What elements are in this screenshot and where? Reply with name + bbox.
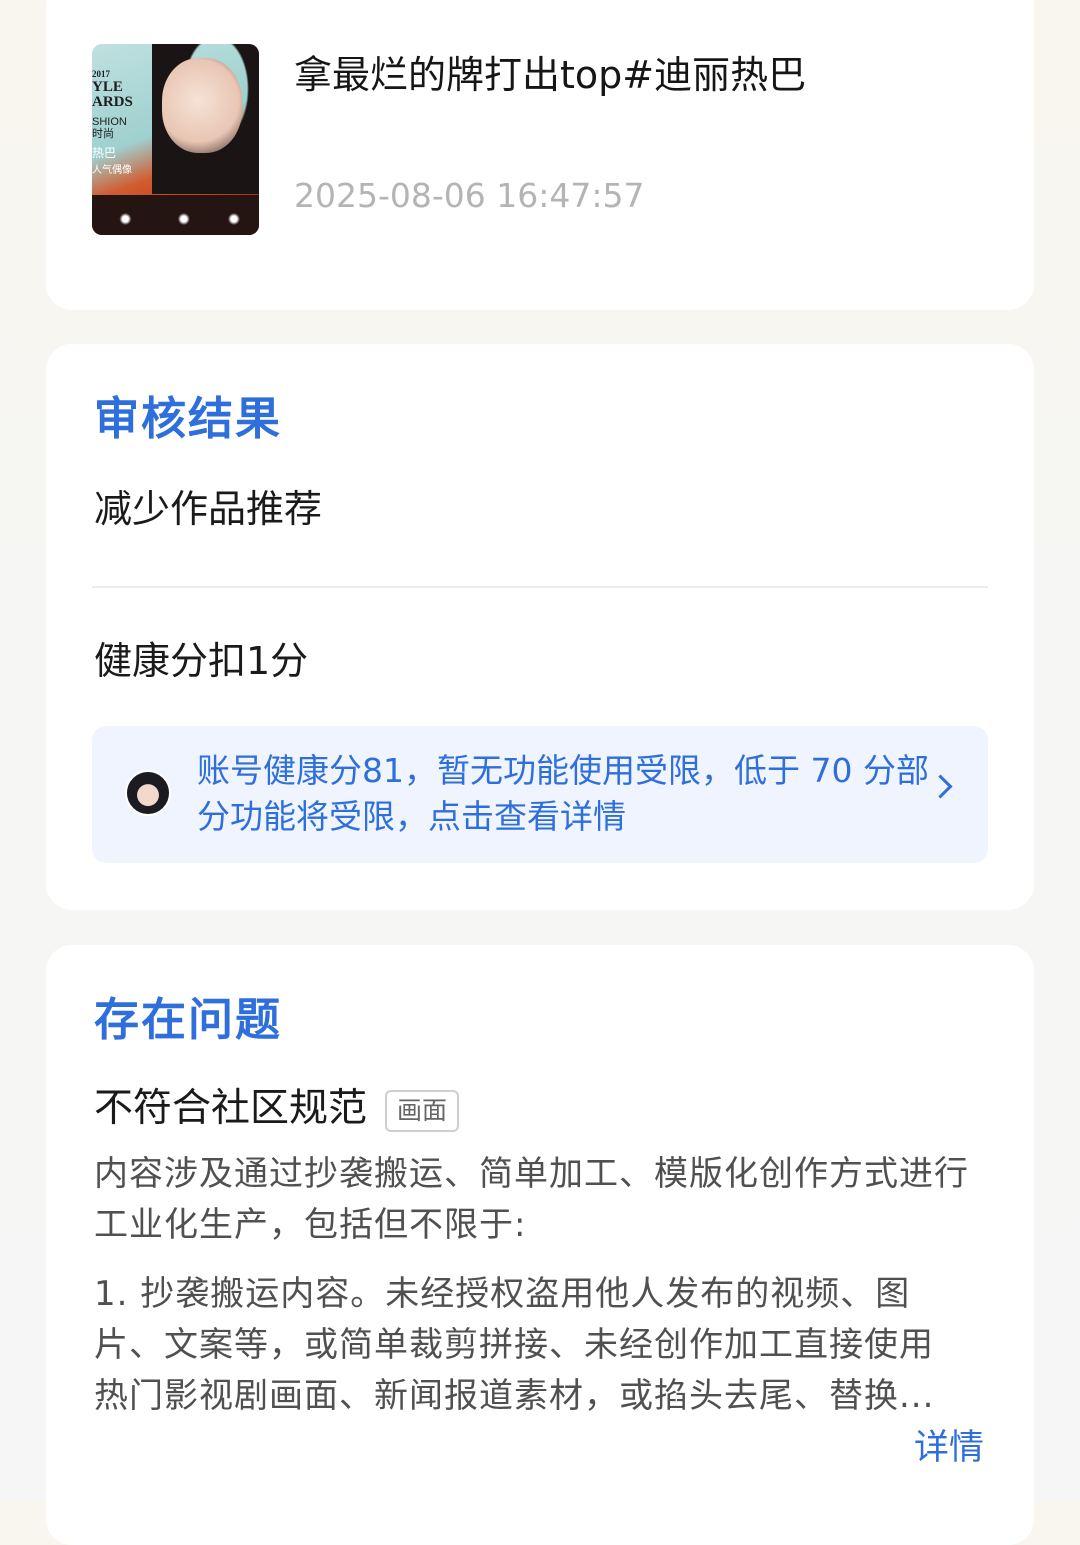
thumbnail-face — [162, 58, 242, 153]
review-section-title: 审核结果 — [94, 392, 283, 445]
health-score-notice[interactable]: 账号健康分81，暂无功能使用受限，低于 70 分部分功能将受限，点击查看详情 — [92, 726, 988, 863]
review-result-card: 审核结果 减少作品推荐 健康分扣1分 账号健康分81，暂无功能使用受限，低于 7… — [46, 344, 1034, 910]
video-card[interactable]: 2017 YLE ARDS SHION 时尚 热巴 人气偶像 拿最烂的牌打出to… — [46, 0, 1034, 310]
health-score-notice-text: 账号健康分81，暂无功能使用受限，低于 70 分部分功能将受限，点击查看详情 — [197, 751, 929, 836]
issue-details-link[interactable]: 详情 — [914, 1425, 984, 1471]
avatar — [125, 770, 171, 816]
thumbnail-caption: 热巴 人气偶像 — [92, 146, 132, 176]
issue-name: 不符合社区规范 — [94, 1086, 368, 1131]
video-timestamp: 2025-08-06 16:47:57 — [294, 176, 645, 215]
review-result-text: 减少作品推荐 — [94, 487, 323, 531]
video-thumbnail[interactable]: 2017 YLE ARDS SHION 时尚 热巴 人气偶像 — [92, 44, 259, 235]
issue-card: 存在问题 不符合社区规范 画面 内容涉及通过抄袭搬运、简单加工、模版化创作方式进… — [46, 945, 1034, 1545]
issue-tag-badge: 画面 — [385, 1090, 460, 1132]
issue-detail-text: 1. 抄袭搬运内容。未经授权盗用他人发布的视频、图片、文案等，或简单裁剪拼接、未… — [94, 1274, 935, 1416]
issue-section-title: 存在问题 — [94, 993, 283, 1046]
divider — [92, 586, 988, 588]
issue-description: 内容涉及通过抄袭搬运、简单加工、模版化创作方式进行工业化生产，包括但不限于: — [94, 1154, 969, 1245]
thumbnail-stage-lights — [92, 195, 259, 235]
thumbnail-magazine-text: 2017 YLE ARDS — [92, 69, 133, 110]
health-penalty-text: 健康分扣1分 — [94, 639, 309, 683]
thumbnail-subtext: SHION 时尚 — [92, 116, 127, 140]
video-title: 拿最烂的牌打出top#迪丽热巴 — [294, 53, 807, 97]
